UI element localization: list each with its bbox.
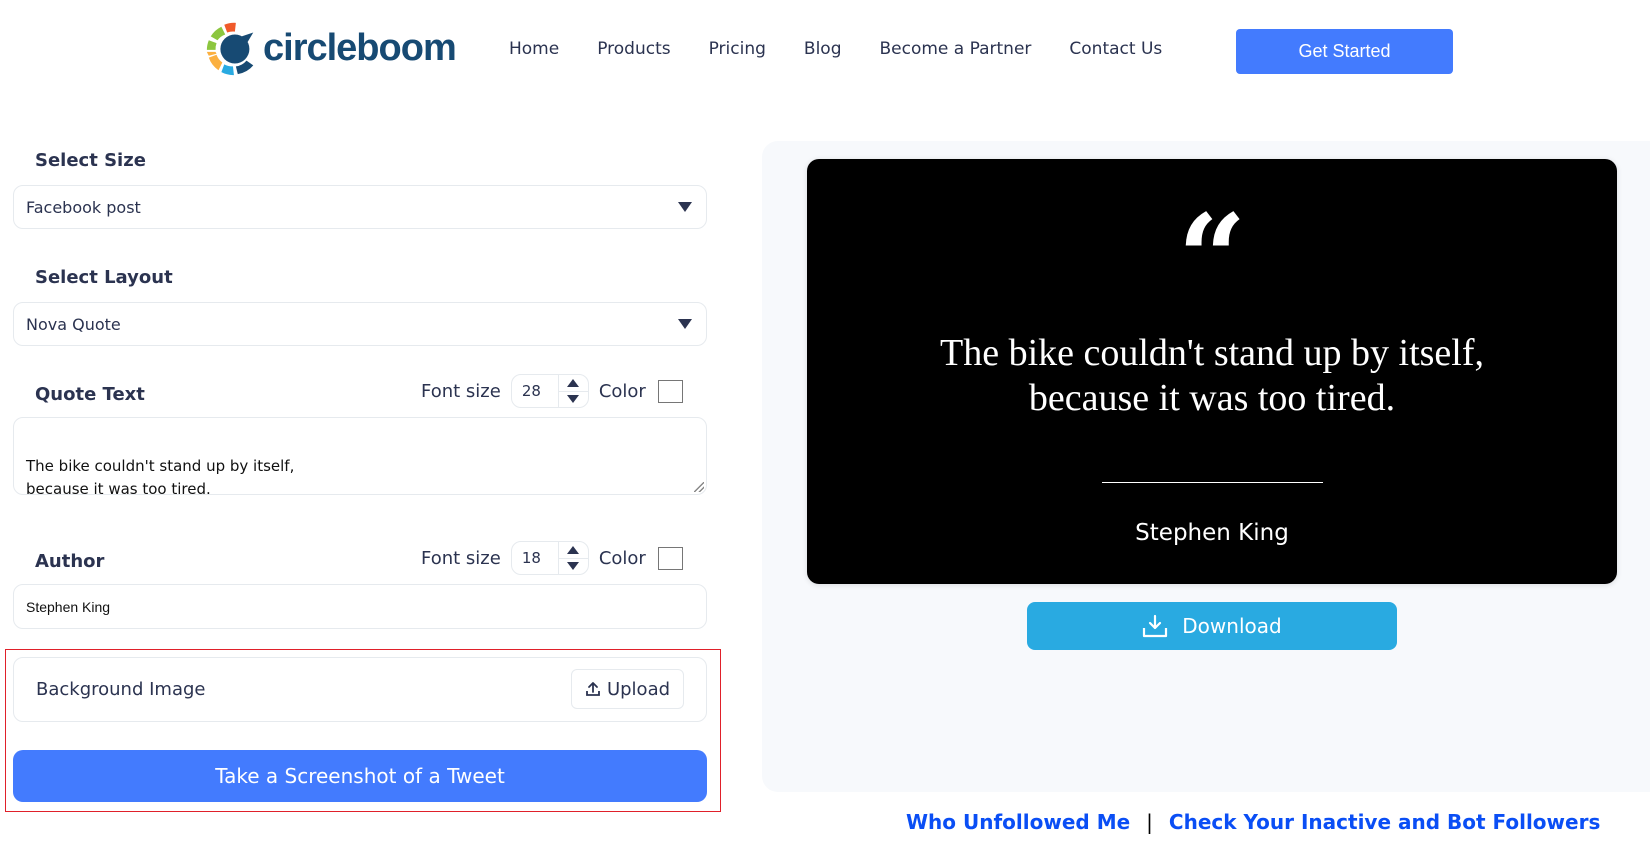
upload-button[interactable]: Upload (571, 669, 684, 709)
main-nav: Home Products Pricing Blog Become a Part… (509, 39, 1200, 59)
logo-text: circleboom (263, 26, 457, 69)
download-button-label: Download (1182, 614, 1282, 638)
background-image-label: Background Image (36, 679, 206, 700)
preview-divider (1102, 482, 1323, 483)
author-font-size-label: Font size (421, 547, 501, 569)
resize-handle-icon[interactable] (694, 482, 704, 492)
select-size-label: Select Size (35, 150, 146, 171)
nav-pricing[interactable]: Pricing (709, 39, 766, 59)
author-style-controls: Font size 18 Color (421, 541, 683, 575)
nav-blog[interactable]: Blog (804, 39, 842, 59)
chevron-down-icon (678, 202, 692, 212)
quote-font-size-value: 28 (521, 382, 541, 400)
quote-text-input[interactable]: The bike couldn't stand up by itself, be… (13, 417, 707, 498)
quote-font-size-label: Font size (421, 380, 501, 402)
logo-icon (206, 22, 254, 76)
author-color-picker[interactable] (657, 546, 683, 570)
upload-icon (586, 682, 600, 696)
triangle-up-icon (567, 545, 580, 554)
nav-contact-us[interactable]: Contact Us (1069, 39, 1162, 59)
layout-select[interactable]: Nova Quote (13, 302, 707, 346)
author-color-label: Color (598, 547, 646, 569)
triangle-up-icon (567, 378, 580, 387)
quote-mark-icon: “ (1177, 188, 1247, 329)
nav-products[interactable]: Products (597, 39, 670, 59)
increment-button[interactable] (558, 542, 588, 559)
triangle-down-icon (567, 562, 580, 571)
take-screenshot-button[interactable]: Take a Screenshot of a Tweet (13, 750, 707, 802)
select-layout-label: Select Layout (35, 267, 173, 288)
circleboom-logo[interactable]: circleboom (203, 18, 457, 78)
nav-become-partner[interactable]: Become a Partner (880, 39, 1032, 59)
author-font-size-stepper[interactable]: 18 (510, 541, 589, 575)
chevron-down-icon (678, 319, 692, 329)
decrement-button[interactable] (559, 392, 588, 408)
decrement-button[interactable] (559, 559, 588, 575)
preview-author: Stephen King (1135, 520, 1289, 546)
link-separator: | (1146, 810, 1153, 834)
author-label: Author (35, 551, 105, 572)
background-image-row: Background Image Upload (13, 657, 707, 722)
upload-button-label: Upload (606, 678, 671, 700)
quote-color-label: Color (598, 380, 646, 402)
footer-links: Who Unfollowed Me | Check Your Inactive … (906, 810, 1600, 834)
download-button[interactable]: Download (1027, 602, 1397, 650)
preview-quote-text: The bike couldn't stand up by itself, be… (939, 332, 1485, 419)
quote-preview-card: “ The bike couldn't stand up by itself, … (807, 159, 1617, 584)
quote-style-controls: Font size 28 Color (421, 374, 683, 408)
size-select-value: Facebook post (26, 197, 141, 217)
who-unfollowed-me-link[interactable]: Who Unfollowed Me (906, 810, 1130, 834)
author-font-size-value: 18 (521, 549, 541, 567)
quote-color-picker[interactable] (657, 379, 683, 403)
quote-text-label: Quote Text (35, 384, 145, 405)
nav-home[interactable]: Home (509, 39, 559, 59)
layout-select-value: Nova Quote (26, 314, 121, 334)
quote-text-value: The bike couldn't stand up by itself, be… (26, 457, 295, 498)
size-select[interactable]: Facebook post (13, 185, 707, 229)
quote-font-size-stepper[interactable]: 28 (510, 374, 589, 408)
download-icon (1143, 614, 1168, 638)
get-started-button[interactable]: Get Started (1236, 29, 1453, 74)
author-input[interactable]: Stephen King (13, 584, 707, 629)
increment-button[interactable] (558, 375, 588, 392)
inactive-bot-followers-link[interactable]: Check Your Inactive and Bot Followers (1169, 810, 1600, 834)
author-input-value: Stephen King (26, 598, 111, 615)
triangle-down-icon (567, 395, 580, 404)
